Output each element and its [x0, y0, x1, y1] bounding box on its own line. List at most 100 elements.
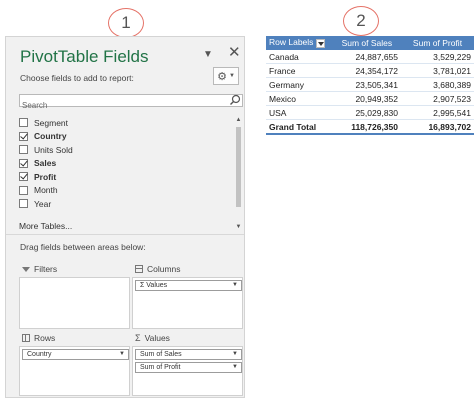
more-tables-link[interactable]: More Tables...: [19, 221, 72, 231]
field-month[interactable]: Month: [19, 184, 58, 197]
field-label: Year: [34, 198, 52, 209]
table-cell[interactable]: 3,680,389: [401, 77, 474, 92]
field-pill-label: Country: [27, 351, 52, 358]
table-cell[interactable]: Canada: [266, 49, 333, 64]
tools-gear-button[interactable]: ⚙ ▼: [213, 67, 239, 85]
table-cell[interactable]: Mexico: [266, 91, 333, 106]
table-row: Canada 24,887,655 3,529,229: [266, 49, 474, 64]
panel-title: PivotTable Fields: [20, 47, 149, 66]
field-label: Segment: [34, 117, 69, 128]
header-label: Row Labels: [269, 37, 314, 48]
field-country[interactable]: Country: [19, 130, 67, 143]
filter-dropdown-icon[interactable]: [316, 38, 326, 48]
sum-of-sales-header[interactable]: Sum of Sales: [332, 36, 401, 50]
choose-fields-label: Choose fields to add to report:: [20, 73, 134, 83]
values-sum-sales-field[interactable]: Sum of Sales ▼: [135, 349, 242, 360]
field-checkbox[interactable]: [19, 118, 28, 127]
grand-total-label[interactable]: Grand Total: [266, 119, 333, 135]
filters-area-header: Filters: [22, 264, 57, 274]
chevron-down-icon[interactable]: ▼: [232, 364, 238, 370]
search-field[interactable]: [19, 94, 243, 111]
columns-values-field[interactable]: Σ Values ▼: [135, 280, 242, 291]
values-drop-area[interactable]: Sum of Sales ▼ Sum of Profit ▼: [132, 346, 243, 396]
sum-of-profit-header[interactable]: Sum of Profit: [401, 36, 474, 50]
table-cell[interactable]: 2,907,523: [401, 91, 474, 106]
table-cell[interactable]: Germany: [266, 77, 333, 92]
scroll-up-icon[interactable]: ▲: [235, 117, 242, 123]
field-checkbox[interactable]: [19, 158, 28, 168]
drag-fields-label: Drag fields between areas below:: [20, 242, 146, 252]
field-pill-label: Sum of Profit: [140, 364, 181, 371]
field-segment[interactable]: Segment: [19, 116, 68, 129]
pivot-table: Row Labels Sum of Sales Sum of Profit Ca…: [266, 36, 474, 135]
callout-2: 2: [343, 6, 379, 36]
rows-drop-area[interactable]: Country ▼: [19, 346, 130, 396]
columns-icon: [135, 265, 143, 273]
grand-total-profit[interactable]: 16,893,702: [401, 119, 474, 135]
field-list-scrollbar[interactable]: ▲ ▼: [235, 117, 242, 230]
chevron-down-icon: ▼: [228, 73, 235, 79]
field-profit[interactable]: Profit: [19, 170, 56, 183]
field-sales[interactable]: Sales: [19, 157, 56, 170]
divider: [6, 234, 244, 235]
filter-icon: [22, 266, 30, 272]
chevron-down-icon[interactable]: ▼: [119, 351, 125, 357]
scroll-thumb[interactable]: [236, 127, 241, 207]
gear-icon: ⚙: [217, 70, 227, 83]
field-checkbox[interactable]: [19, 199, 28, 208]
field-list: Segment Country Units Sold Sales Profit …: [19, 116, 243, 231]
table-cell[interactable]: 2,995,541: [401, 105, 474, 120]
table-cell[interactable]: 20,949,352: [332, 91, 401, 106]
field-label: Country: [34, 131, 67, 141]
rows-country-field[interactable]: Country ▼: [22, 349, 129, 360]
table-row: USA 25,029,830 2,995,541: [266, 105, 474, 120]
field-pill-label: Σ Values: [140, 282, 168, 289]
table-cell[interactable]: 24,887,655: [332, 49, 401, 64]
rows-area-header: Rows: [22, 333, 55, 343]
table-cell[interactable]: USA: [266, 105, 333, 120]
values-area-header: Σ Values: [135, 333, 170, 343]
field-label: Month: [34, 185, 58, 195]
table-cell[interactable]: 24,354,172: [332, 63, 401, 78]
pivottable-fields-panel: PivotTable Fields ▼ ✕ Choose fields to a…: [5, 36, 245, 398]
field-label: Sales: [34, 158, 57, 168]
close-icon[interactable]: ✕: [228, 43, 241, 61]
filters-label: Filters: [34, 264, 58, 274]
field-units-sold[interactable]: Units Sold: [19, 143, 73, 156]
field-year[interactable]: Year: [19, 197, 51, 210]
table-cell[interactable]: 3,529,229: [401, 49, 474, 64]
panel-options-dropdown-icon[interactable]: ▼: [203, 49, 213, 60]
rows-label: Rows: [34, 333, 56, 343]
field-label: Profit: [34, 171, 57, 182]
field-pill-label: Sum of Sales: [140, 351, 182, 358]
table-cell[interactable]: 23,505,341: [332, 77, 401, 92]
search-input[interactable]: [20, 100, 222, 111]
table-row: Germany 23,505,341 3,680,389: [266, 77, 474, 92]
sigma-icon: Σ: [135, 333, 141, 343]
chevron-down-icon[interactable]: ▼: [232, 282, 238, 288]
field-checkbox[interactable]: [19, 185, 28, 195]
columns-drop-area[interactable]: Σ Values ▼: [132, 277, 243, 329]
row-labels-header[interactable]: Row Labels: [266, 36, 333, 50]
values-sum-profit-field[interactable]: Sum of Profit ▼: [135, 362, 242, 373]
table-cell[interactable]: 25,029,830: [332, 105, 401, 120]
pivot-header-row: Row Labels Sum of Sales Sum of Profit: [266, 36, 474, 50]
field-checkbox[interactable]: [19, 172, 28, 181]
grand-total-row: Grand Total 118,726,350 16,893,702: [266, 119, 474, 135]
chevron-down-icon[interactable]: ▼: [232, 351, 238, 357]
table-cell[interactable]: 3,781,021: [401, 63, 474, 78]
rows-icon: [22, 334, 30, 342]
field-label: Units Sold: [34, 144, 73, 155]
field-checkbox[interactable]: [19, 145, 28, 154]
scroll-down-icon[interactable]: ▼: [235, 224, 242, 230]
table-row: Mexico 20,949,352 2,907,523: [266, 91, 474, 106]
grand-total-sales[interactable]: 118,726,350: [332, 119, 401, 135]
callout-1: 1: [108, 8, 144, 38]
columns-area-header: Columns: [135, 264, 181, 274]
search-icon[interactable]: [229, 94, 241, 106]
table-row: France 24,354,172 3,781,021: [266, 63, 474, 78]
table-cell[interactable]: France: [266, 63, 333, 78]
values-label: Values: [144, 333, 170, 343]
field-checkbox[interactable]: [19, 131, 28, 141]
filters-drop-area[interactable]: [19, 277, 130, 329]
